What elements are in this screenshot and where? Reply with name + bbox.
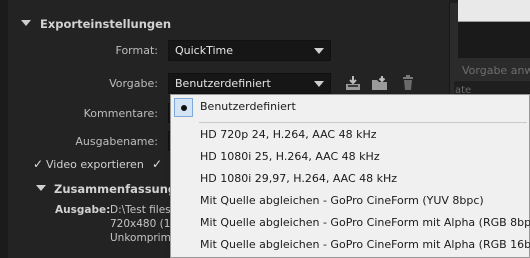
menu-item-custom[interactable]: Benutzerdefiniert xyxy=(171,96,529,118)
output-label: Ausgabe: xyxy=(55,204,111,216)
format-select[interactable]: QuickTime xyxy=(168,40,331,61)
output-name-label: Ausgabename: xyxy=(75,135,158,148)
preset-select[interactable]: Benutzerdefiniert xyxy=(168,73,331,94)
menu-item-hd720p24[interactable]: HD 720p 24, H.264, AAC 48 kHz xyxy=(171,124,529,146)
preset-value: Benutzerdefiniert xyxy=(175,77,271,90)
menu-item-hd1080i25[interactable]: HD 1080i 25, H.264, AAC 48 kHz xyxy=(171,146,529,168)
format-label: Format: xyxy=(115,44,158,57)
menu-item-cineform-rgb8[interactable]: Mit Quelle abgleichen - GoPro CineForm m… xyxy=(171,212,530,234)
preset-dropdown-menu: Benutzerdefiniert HD 720p 24, H.264, AAC… xyxy=(170,94,530,258)
menu-item-hd1080i2997[interactable]: HD 1080i 29,97, H.264, AAC 48 kHz xyxy=(171,168,529,190)
left-edge-strip xyxy=(0,0,8,258)
export-video-checkbox[interactable]: ✓ xyxy=(33,157,43,171)
output-codec: Unkomprimi xyxy=(110,232,174,244)
menu-item-cineform-yuv8[interactable]: Mit Quelle abgleichen - GoPro CineForm (… xyxy=(171,190,529,212)
menu-separator xyxy=(199,122,527,123)
section-title-export-settings: Exporteinstellungen xyxy=(40,17,172,31)
export-video-label: Video exportieren xyxy=(46,158,144,171)
export-audio-checkbox[interactable]: ✓ xyxy=(152,157,162,171)
dropdown-arrow-icon xyxy=(314,81,324,87)
apply-preset-label[interactable]: Vorgabe anwe xyxy=(462,64,530,77)
menu-item-cineform-rgb16[interactable]: Mit Quelle abgleichen - GoPro CineForm m… xyxy=(171,234,530,256)
collapse-triangle-icon[interactable] xyxy=(21,20,31,26)
dropdown-arrow-icon xyxy=(314,48,324,54)
queue-panel-header xyxy=(458,22,530,58)
section-title-summary: Zusammenfassung xyxy=(54,182,177,196)
comments-label: Kommentare: xyxy=(83,107,158,120)
preset-label: Vorgabe: xyxy=(109,77,158,90)
queue-panel-preview xyxy=(458,0,530,22)
format-value: QuickTime xyxy=(175,44,234,57)
delete-preset-icon[interactable] xyxy=(399,75,417,91)
collapse-triangle-icon[interactable] xyxy=(36,185,46,191)
save-preset-icon[interactable] xyxy=(344,75,362,91)
import-preset-icon[interactable] xyxy=(371,75,389,91)
output-path: D:\Test files xyxy=(110,204,171,216)
